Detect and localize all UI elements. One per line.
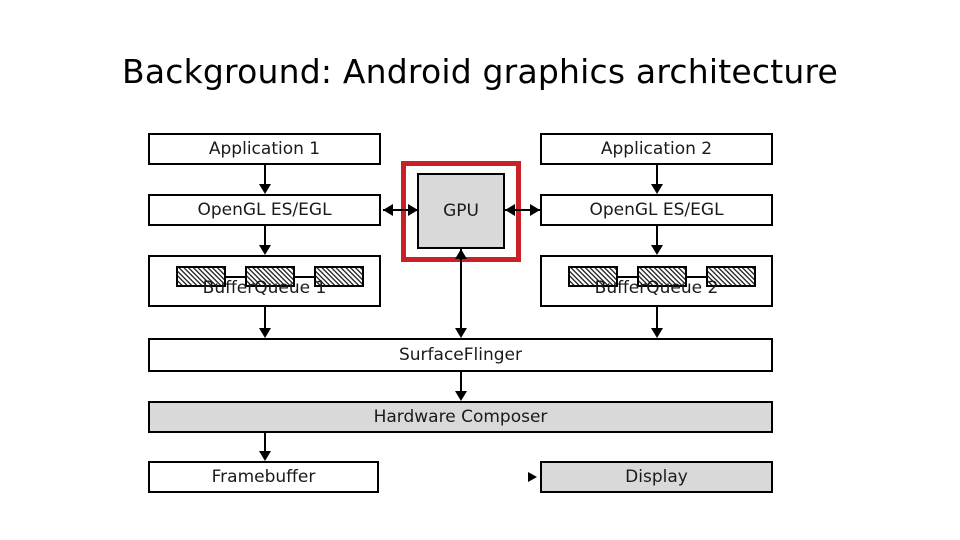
node-label: OpenGL ES/EGL (589, 199, 724, 220)
edge-application-2-to-opengl-right (656, 165, 658, 185)
edge-hardware-composer-to-framebuffer (264, 433, 266, 452)
node-label: Framebuffer (211, 466, 316, 487)
node-application-1[interactable]: Application 1 (148, 133, 381, 165)
arrow-down-icon (455, 391, 467, 401)
node-opengl-es-egl-right[interactable]: OpenGL ES/EGL (540, 194, 773, 226)
edge-bufferqueue-1-to-surfaceflinger (264, 307, 266, 329)
edge-bufferqueue-2-to-surfaceflinger (656, 307, 658, 329)
node-surfaceflinger[interactable]: SurfaceFlinger (148, 338, 773, 372)
architecture-diagram: Application 1 Application 2 OpenGL ES/EG… (0, 0, 960, 540)
node-display[interactable]: Display (540, 461, 773, 493)
node-framebuffer[interactable]: Framebuffer (148, 461, 379, 493)
arrow-down-icon (651, 328, 663, 338)
node-label: OpenGL ES/EGL (197, 199, 332, 220)
node-bufferqueue-1[interactable]: BufferQueue 1 (148, 255, 381, 307)
node-label: Display (625, 466, 688, 487)
edge-gpu-to-surfaceflinger (460, 249, 462, 329)
node-gpu[interactable]: GPU (417, 173, 505, 249)
arrow-down-icon (259, 184, 271, 194)
arrow-right-icon (528, 472, 537, 482)
node-label: SurfaceFlinger (398, 344, 522, 365)
node-label: GPU (443, 200, 479, 221)
node-label: Hardware Composer (373, 406, 548, 427)
arrow-down-icon (259, 328, 271, 338)
arrow-down-icon (259, 451, 271, 461)
arrow-left-icon (383, 204, 393, 216)
node-label: Application 1 (208, 138, 321, 159)
node-application-2[interactable]: Application 2 (540, 133, 773, 165)
arrow-down-icon (651, 184, 663, 194)
arrow-down-icon (259, 245, 271, 255)
node-hardware-composer[interactable]: Hardware Composer (148, 401, 773, 433)
arrow-down-icon (455, 328, 467, 338)
node-opengl-es-egl-left[interactable]: OpenGL ES/EGL (148, 194, 381, 226)
node-bufferqueue-2[interactable]: BufferQueue 2 (540, 255, 773, 307)
arrow-up-icon (455, 249, 467, 259)
edge-application-1-to-opengl-left (264, 165, 266, 185)
edge-opengl-right-to-bufferqueue-2 (656, 226, 658, 246)
node-label: Application 2 (600, 138, 713, 159)
edge-opengl-left-to-bufferqueue-1 (264, 226, 266, 246)
arrow-left-icon (505, 204, 515, 216)
arrow-down-icon (651, 245, 663, 255)
arrow-right-icon (408, 204, 418, 216)
edge-surfaceflinger-to-hardware-composer (460, 372, 462, 392)
arrow-right-icon (530, 204, 540, 216)
slide: Background: Android graphics architectur… (0, 0, 960, 540)
node-label: BufferQueue 1 (202, 278, 327, 299)
node-label: BufferQueue 2 (594, 278, 719, 299)
